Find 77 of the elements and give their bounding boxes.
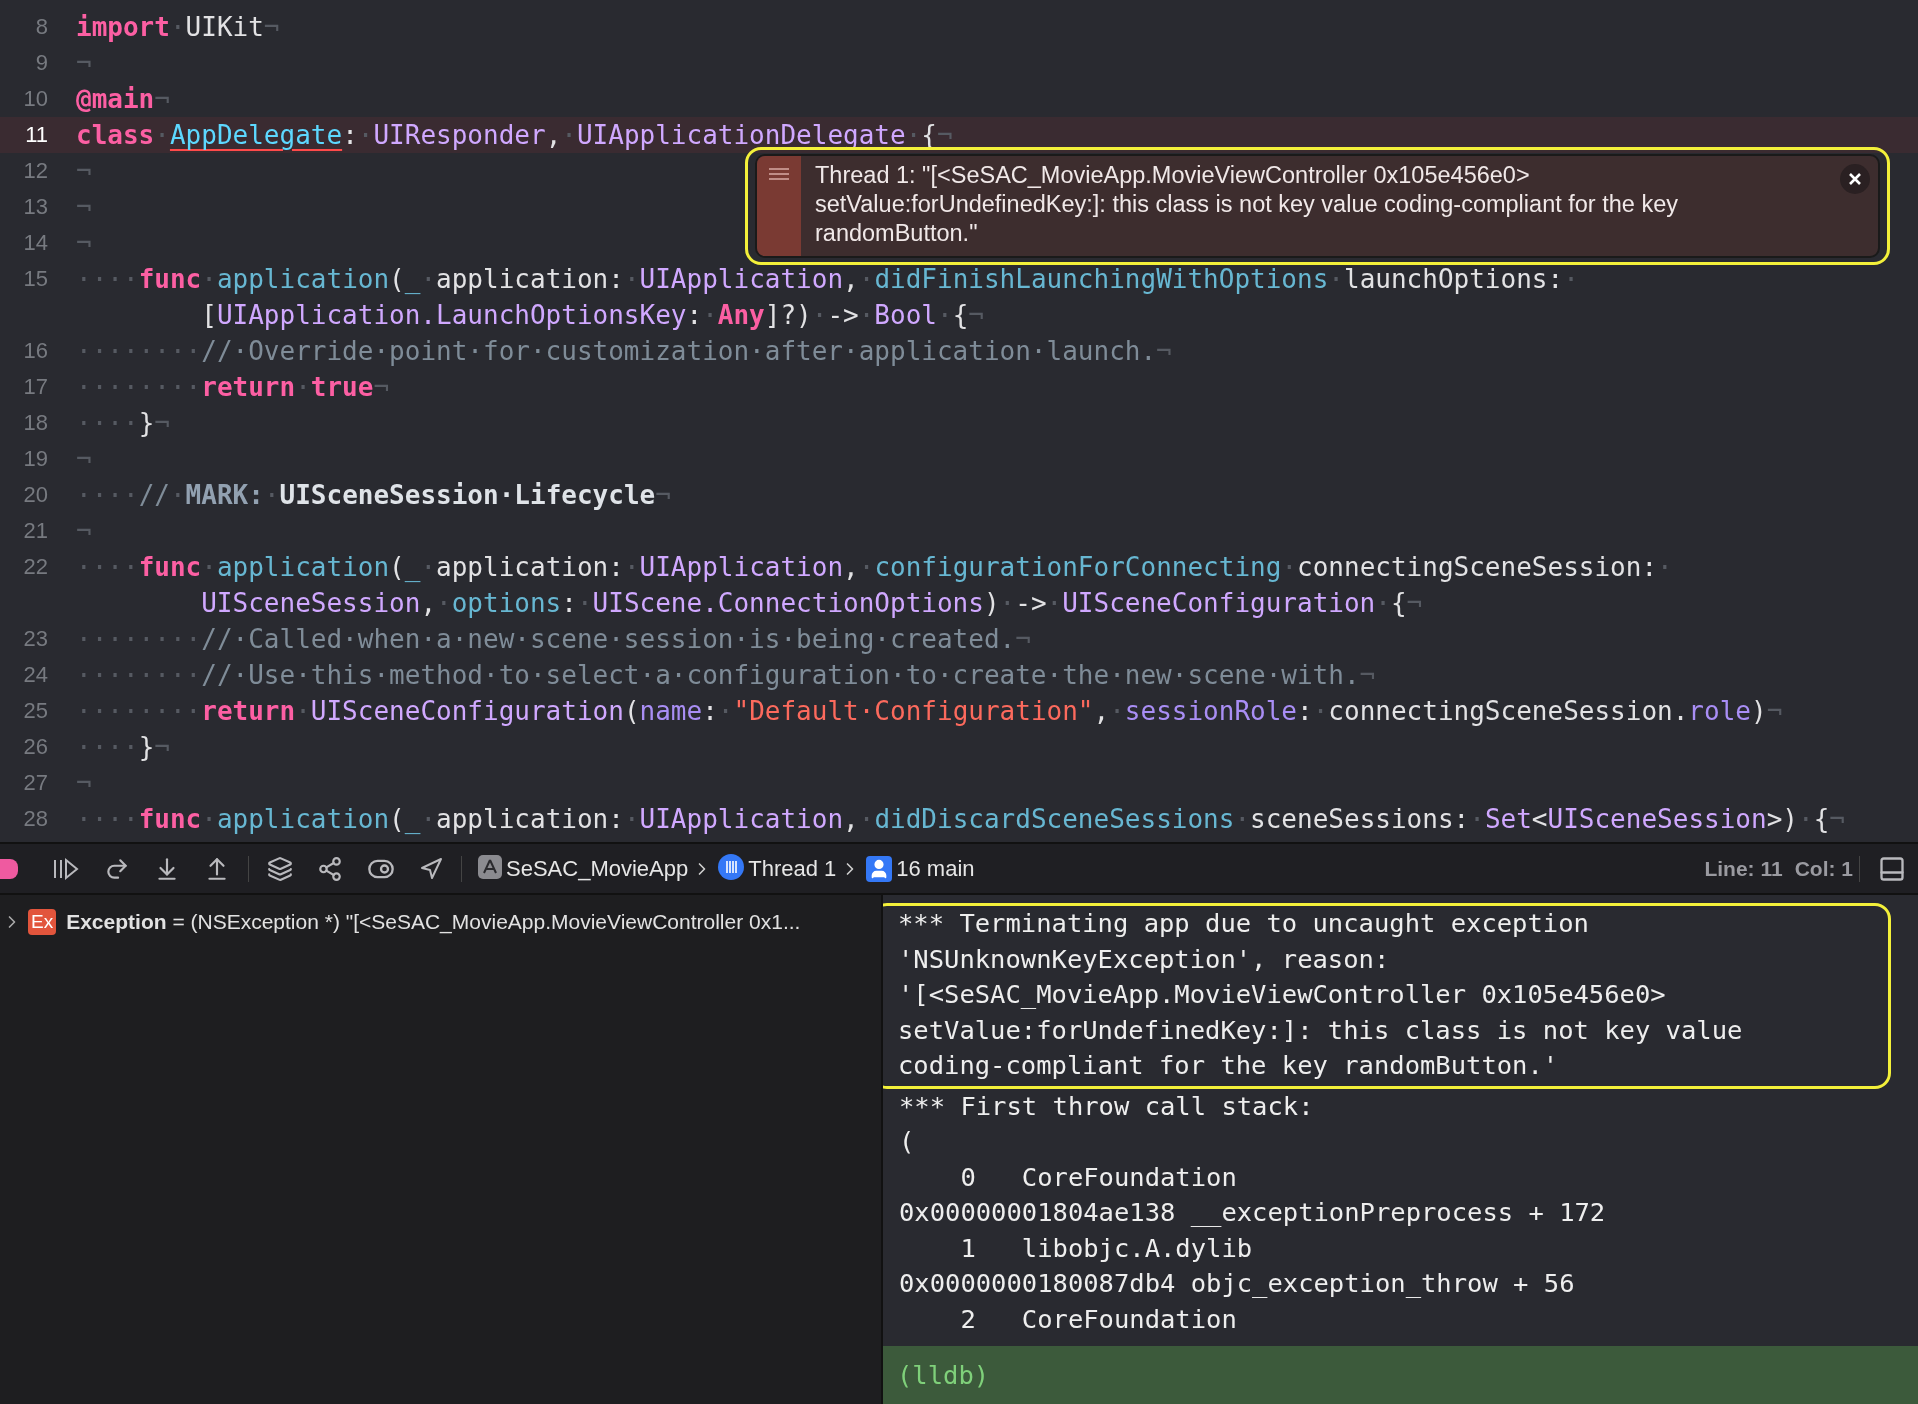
panel-toggle-button[interactable] <box>1878 854 1906 883</box>
code-line: import·UIKit¬ <box>76 11 280 44</box>
layers-button[interactable] <box>267 855 293 882</box>
line-number: 17 <box>22 373 48 401</box>
error-message: Thread 1: "[<SeSAC_MovieApp.MovieViewController 0x105e456e0> setValue:forUndefinedKey:]: this class is not key value coding-compliant for the key randomButton." <box>814 161 1679 248</box>
code-line: ····func·application(_·application:·UIApplication,·didDiscardSceneSessions·sceneSessions:·Set<UISceneSession>)·{¬ <box>76 803 1845 836</box>
line-number: 28 <box>22 805 48 833</box>
code-line: [UIApplication.LaunchOptionsKey:·Any]?)·->·Bool·{¬ <box>200 299 985 332</box>
line-indicator: Line: 11 <box>1704 856 1783 881</box>
code-line: ¬ <box>76 443 92 476</box>
console-line: 0x00000001804ae138 __exceptionPreprocess + 172 <box>898 1196 1607 1229</box>
variable-value: Exception = (NSException *) "[<SeSAC_MovieApp.MovieViewController 0x1... <box>66 910 801 934</box>
code-line: @main¬ <box>76 83 170 116</box>
line-number: 16 <box>22 337 48 365</box>
line-number: 10 <box>22 85 48 113</box>
code-line: ····func·application(_·application:·UIApplication,·configurationForConnecting·connectingSceneSession:· <box>76 551 1673 584</box>
code-line: UISceneSession,·options:·UIScene.ConnectionOptions)·->·UISceneConfiguration·{¬ <box>200 587 1424 620</box>
line-number: 22 <box>22 553 48 581</box>
close-icon <box>1848 172 1862 186</box>
code-line: ····//·MARK:·UISceneSession·Lifecycle¬ <box>76 479 671 512</box>
thread-icon <box>718 853 745 880</box>
line-number: 14 <box>22 229 48 257</box>
console-line: 'NSUnknownKeyException', reason: <box>898 942 1391 976</box>
line-number: 26 <box>22 733 48 761</box>
code-line: ········return·UISceneConfiguration(name:·"Default·Configuration",·sessionRole:·connectingSceneSession.role)¬ <box>76 695 1783 728</box>
code-line: ¬ <box>76 227 92 260</box>
line-number: 19 <box>22 445 48 473</box>
code-line: ····}¬ <box>76 407 170 440</box>
line-number: 25 <box>22 697 48 725</box>
console-line: '[<SeSAC_MovieApp.MovieViewController 0x105e456e0> <box>898 978 1667 1011</box>
code-line: ¬ <box>76 155 92 188</box>
console-line: 1 libobjc.A.dylib <box>959 1231 1254 1265</box>
console-line: *** First throw call stack: <box>898 1089 1315 1123</box>
line-number: 18 <box>22 409 48 437</box>
line-number: 27 <box>22 769 48 797</box>
code-line: ¬ <box>76 191 92 224</box>
line-number: 8 <box>34 13 48 41</box>
user-icon <box>866 855 893 882</box>
console-line: coding-compliant for the key randomButton.' <box>898 1049 1560 1082</box>
console-line: *** Terminating app due to uncaught exception <box>898 907 1590 940</box>
code-line: ········//·Use·this·method·to·select·a·configuration·to·create·the·new·scene·with.¬ <box>76 659 1376 692</box>
line-number: 13 <box>22 193 48 221</box>
location-button[interactable] <box>419 856 443 881</box>
continue-icon <box>52 856 80 881</box>
line-number: 15 <box>22 265 48 293</box>
breakpoints-button[interactable] <box>0 858 18 879</box>
line-number: 24 <box>22 661 48 689</box>
code-line: ¬ <box>76 767 92 800</box>
console-line: 0x0000000180087db4 objc_exception_throw + 56 <box>898 1267 1576 1300</box>
code-line: ¬ <box>76 47 92 80</box>
code-line: ¬ <box>76 515 92 548</box>
console-line: setValue:forUndefinedKey:]: this class is not key value <box>898 1013 1744 1047</box>
console-line: ( <box>898 1125 916 1158</box>
column-indicator: Col: 1 <box>1794 856 1853 881</box>
code-line: ········//·Called·when·a·new·scene·session·is·being·created.¬ <box>76 623 1031 656</box>
line-number: 11 <box>24 121 48 149</box>
console-input-field[interactable]: (lldb) <box>883 1346 1918 1404</box>
breadcrumb-item[interactable]: Thread 1 <box>744 855 841 882</box>
app-icon <box>478 854 502 879</box>
line-number: 21 <box>22 517 48 545</box>
code-line: ········return·true¬ <box>76 371 390 404</box>
exception-badge: Ex <box>28 909 57 935</box>
console-line: 2 CoreFoundation <box>959 1302 1238 1336</box>
code-line: ····func·application(_·application:·UIApplication,·didFinishLaunchingWithOptions·launchOptions:· <box>76 263 1579 296</box>
menu-icon <box>769 168 789 180</box>
code-line: ········//·Override·point·for·customization·after·application·launch.¬ <box>76 335 1172 368</box>
line-number: 12 <box>22 157 48 185</box>
line-number: 23 <box>22 625 48 653</box>
close-button[interactable] <box>1840 164 1870 194</box>
console-line: 0 CoreFoundation <box>959 1160 1238 1194</box>
breadcrumb-item[interactable]: 16 main <box>892 855 979 882</box>
code-line: ····}¬ <box>76 731 170 764</box>
line-number: 9 <box>34 49 48 77</box>
continue-button[interactable] <box>52 856 80 881</box>
breadcrumb-item[interactable]: SeSAC_MovieApp <box>502 855 693 882</box>
graph-button[interactable] <box>317 855 343 882</box>
line-number: 20 <box>22 481 48 509</box>
